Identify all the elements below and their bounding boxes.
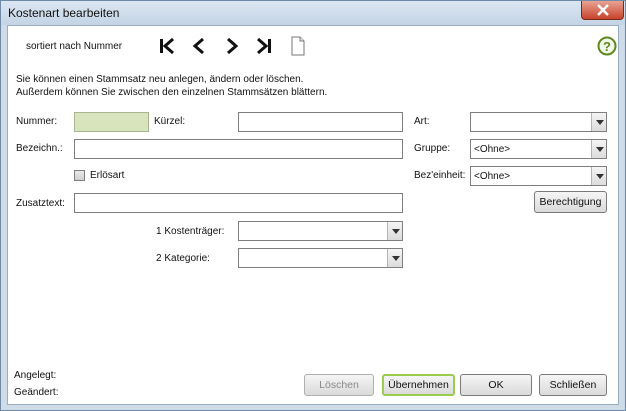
close-window-button[interactable] [581,1,624,20]
loeschen-button[interactable]: Löschen [304,374,374,396]
angelegt-label: Angelegt: [14,370,57,381]
erloesart-checkbox[interactable] [74,170,85,181]
kuerzel-label: Kürzel: [154,116,186,127]
bezeinheit-value: <Ohne> [474,171,511,182]
berechtigung-button[interactable]: Berechtigung [534,191,607,213]
kategorie-select[interactable] [238,248,403,268]
gruppe-value: <Ohne> [474,144,511,155]
nummer-label: Nummer: [16,116,58,127]
last-record-icon[interactable] [255,37,273,55]
new-document-icon[interactable] [290,36,306,56]
zusatztext-label: Zusatztext: [16,198,65,209]
art-select[interactable] [470,112,607,132]
ok-button[interactable]: OK [460,374,532,396]
bezeichnung-label: Bezeichn.: [16,143,63,154]
svg-text:?: ? [603,39,611,54]
dialog-content: sortiert nach Nummer ? Sie können einen … [7,25,619,405]
chevron-down-icon[interactable] [591,167,606,185]
uebernehmen-button[interactable]: Übernehmen [382,374,455,396]
kostentraeger-select[interactable] [238,221,403,241]
gruppe-select[interactable]: <Ohne> [470,139,607,159]
info-line-1: Sie können einen Stammsatz neu anlegen, … [16,74,304,85]
chevron-down-icon[interactable] [591,113,606,131]
erloesart-label: Erlösart [90,170,125,181]
zusatztext-input[interactable] [74,193,403,213]
next-record-icon[interactable] [225,37,239,55]
chevron-down-icon[interactable] [591,140,606,158]
sort-label: sortiert nach Nummer [26,41,123,52]
kostentraeger-label: 1 Kostenträger: [156,226,225,237]
kategorie-label: 2 Kategorie: [156,253,210,264]
help-icon[interactable]: ? [597,36,617,56]
title-bar: Kostenart bearbeiten [1,1,625,25]
bezeinheit-label: Bez'einheit: [414,170,466,181]
first-record-icon[interactable] [158,37,176,55]
window-title: Kostenart bearbeiten [8,6,120,20]
nummer-input[interactable] [74,112,149,132]
info-line-2: Außerdem können Sie zwischen den einzeln… [16,87,328,98]
bezeichnung-input[interactable] [74,139,403,159]
bezeinheit-select[interactable]: <Ohne> [470,166,607,186]
gruppe-label: Gruppe: [414,143,451,154]
chevron-down-icon[interactable] [387,222,402,240]
close-icon [597,4,609,16]
kuerzel-input[interactable] [238,112,403,132]
schliessen-button[interactable]: Schließen [539,374,607,396]
art-label: Art: [414,116,430,127]
chevron-down-icon[interactable] [387,249,402,267]
previous-record-icon[interactable] [192,37,206,55]
geaendert-label: Geändert: [14,387,59,398]
dialog-window: Kostenart bearbeiten sortiert nach Numme… [0,0,626,411]
